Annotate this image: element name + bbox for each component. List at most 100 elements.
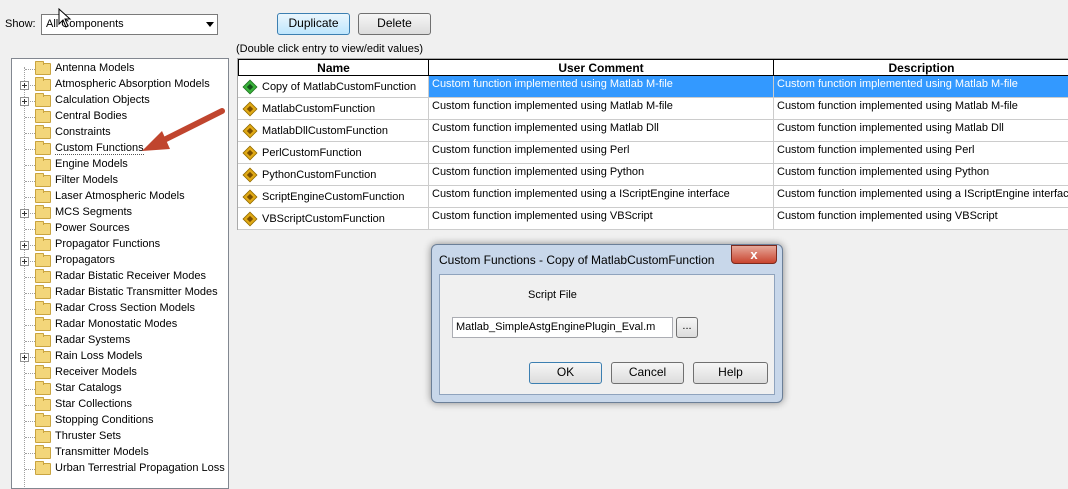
expand-plus-icon[interactable]: [20, 241, 29, 250]
tree-connector: [25, 325, 35, 326]
plugin-icon: [242, 167, 258, 183]
tree-item[interactable]: MCS Segments: [12, 205, 228, 221]
cell-name[interactable]: MatlabDllCustomFunction: [238, 120, 429, 142]
folder-icon: [35, 109, 51, 123]
custom-function-dialog[interactable]: Custom Functions - Copy of MatlabCustomF…: [431, 244, 783, 403]
chevron-down-icon[interactable]: [206, 22, 214, 27]
tree-connector: [25, 277, 35, 278]
tree-item[interactable]: Filter Models: [12, 173, 228, 189]
tree-connector: [25, 133, 35, 134]
tree-item[interactable]: Propagators: [12, 253, 228, 269]
cancel-button[interactable]: Cancel: [611, 362, 684, 384]
tree-connector: [25, 341, 35, 342]
cell-name[interactable]: ScriptEngineCustomFunction: [238, 186, 429, 208]
tree-item-label: Radar Cross Section Models: [55, 302, 196, 314]
tree-item[interactable]: Star Catalogs: [12, 381, 228, 397]
cell-description[interactable]: Custom function implemented using a IScr…: [774, 186, 1068, 208]
tree-item-label: Calculation Objects: [55, 94, 150, 106]
tree-connector: [25, 469, 35, 470]
tree-item[interactable]: Receiver Models: [12, 365, 228, 381]
tree-item-label: Radar Monostatic Modes: [55, 318, 178, 330]
tree-item[interactable]: Stopping Conditions: [12, 413, 228, 429]
tree-item-label: MCS Segments: [55, 206, 133, 218]
table-row[interactable]: PerlCustomFunction Custom function implem…: [238, 142, 1068, 164]
tree-item-label: Atmospheric Absorption Models: [55, 78, 210, 90]
folder-icon: [35, 237, 51, 251]
folder-icon: [35, 253, 51, 267]
table-row[interactable]: PythonCustomFunction Custom function impl…: [238, 164, 1068, 186]
cell-name-text: MatlabCustomFunction: [262, 103, 376, 115]
tree-item[interactable]: Antenna Models: [12, 61, 228, 77]
tree-item-label: Receiver Models: [55, 366, 137, 378]
table-row[interactable]: ScriptEngineCustomFunction Custom functio…: [238, 186, 1068, 208]
cell-comment[interactable]: Custom function implemented using Python: [429, 164, 774, 186]
expand-plus-icon[interactable]: [20, 353, 29, 362]
tree-connector: [25, 229, 35, 230]
tree-item-label: Custom Functions: [55, 142, 144, 155]
tree-item-label: Thruster Sets: [55, 430, 122, 442]
script-file-input[interactable]: Matlab_SimpleAstgEnginePlugin_Eval.m: [452, 317, 673, 338]
folder-icon: [35, 93, 51, 107]
tree-connector: [25, 69, 35, 70]
tree-item[interactable]: Laser Atmospheric Models: [12, 189, 228, 205]
browse-button[interactable]: ...: [676, 317, 698, 338]
cell-description[interactable]: Custom function implemented using VBScri…: [774, 208, 1068, 230]
tree-item[interactable]: Transmitter Models: [12, 445, 228, 461]
tree-connector: [25, 293, 35, 294]
expand-plus-icon[interactable]: [20, 97, 29, 106]
tree-item[interactable]: Urban Terrestrial Propagation Loss Model…: [12, 461, 228, 477]
tree-item[interactable]: Rain Loss Models: [12, 349, 228, 365]
folder-icon: [35, 317, 51, 331]
close-icon[interactable]: x: [731, 245, 777, 264]
duplicate-button[interactable]: Duplicate: [277, 13, 350, 35]
column-header-description[interactable]: Description: [773, 59, 1068, 76]
folder-icon: [35, 125, 51, 139]
column-header-name[interactable]: Name: [238, 59, 429, 76]
cell-description[interactable]: Custom function implemented using Python: [774, 164, 1068, 186]
table-row[interactable]: Copy of MatlabCustomFunction Custom funct…: [238, 76, 1068, 98]
folder-icon: [35, 285, 51, 299]
dialog-body: Script File Matlab_SimpleAstgEnginePlugi…: [439, 274, 775, 395]
cell-name[interactable]: Copy of MatlabCustomFunction: [238, 76, 429, 98]
cell-name[interactable]: VBScriptCustomFunction: [238, 208, 429, 230]
cell-comment[interactable]: Custom function implemented using VBScri…: [429, 208, 774, 230]
cell-comment[interactable]: Custom function implemented using Matlab…: [429, 120, 774, 142]
tree-item[interactable]: Radar Bistatic Transmitter Modes: [12, 285, 228, 301]
table-row[interactable]: MatlabDllCustomFunction Custom function i…: [238, 120, 1068, 142]
help-button[interactable]: Help: [693, 362, 768, 384]
tree-item[interactable]: Radar Monostatic Modes: [12, 317, 228, 333]
cell-description[interactable]: Custom function implemented using Matlab…: [774, 98, 1068, 120]
tree-item[interactable]: Radar Bistatic Receiver Modes: [12, 269, 228, 285]
expand-plus-icon[interactable]: [20, 81, 29, 90]
cell-description[interactable]: Custom function implemented using Matlab…: [774, 76, 1068, 98]
table-row[interactable]: MatlabCustomFunction Custom function impl…: [238, 98, 1068, 120]
dialog-title: Custom Functions - Copy of MatlabCustomF…: [439, 253, 715, 267]
tree-item[interactable]: Star Collections: [12, 397, 228, 413]
delete-button[interactable]: Delete: [358, 13, 431, 35]
cell-comment[interactable]: Custom function implemented using Matlab…: [429, 98, 774, 120]
cell-description[interactable]: Custom function implemented using Perl: [774, 142, 1068, 164]
tree-item[interactable]: Power Sources: [12, 221, 228, 237]
cell-comment[interactable]: Custom function implemented using Perl: [429, 142, 774, 164]
cell-name[interactable]: MatlabCustomFunction: [238, 98, 429, 120]
tree-item[interactable]: Radar Cross Section Models: [12, 301, 228, 317]
cell-comment[interactable]: Custom function implemented using Matlab…: [429, 76, 774, 98]
cell-name[interactable]: PerlCustomFunction: [238, 142, 429, 164]
functions-table[interactable]: Name User Comment Description Copy of Ma…: [237, 58, 1068, 230]
expand-plus-icon[interactable]: [20, 257, 29, 266]
tree-item[interactable]: Thruster Sets: [12, 429, 228, 445]
cell-comment[interactable]: Custom function implemented using a IScr…: [429, 186, 774, 208]
folder-icon: [35, 445, 51, 459]
ok-button[interactable]: OK: [529, 362, 602, 384]
tree-item[interactable]: Radar Systems: [12, 333, 228, 349]
tree-item[interactable]: Propagator Functions: [12, 237, 228, 253]
expand-plus-icon[interactable]: [20, 209, 29, 218]
column-header-comment[interactable]: User Comment: [428, 59, 774, 76]
tree-connector: [25, 453, 35, 454]
table-row[interactable]: VBScriptCustomFunction Custom function im…: [238, 208, 1068, 230]
cell-name[interactable]: PythonCustomFunction: [238, 164, 429, 186]
tree-item[interactable]: Atmospheric Absorption Models: [12, 77, 228, 93]
cell-description[interactable]: Custom function implemented using Matlab…: [774, 120, 1068, 142]
folder-icon: [35, 77, 51, 91]
tree-item[interactable]: Engine Models: [12, 157, 228, 173]
